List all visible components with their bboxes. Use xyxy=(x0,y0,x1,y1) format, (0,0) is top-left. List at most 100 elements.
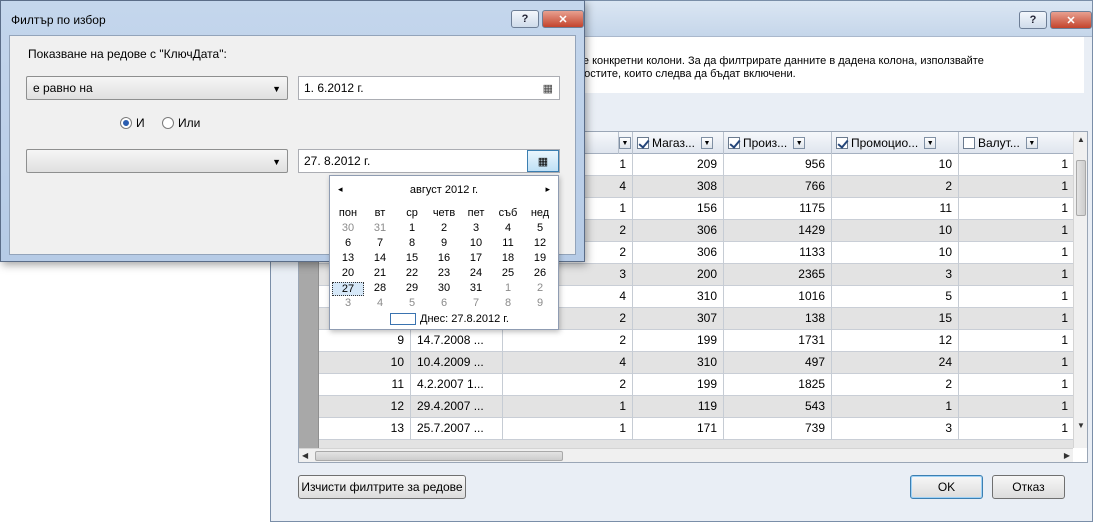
calendar-day[interactable]: 2 xyxy=(428,222,460,234)
scroll-up-icon[interactable]: ▲ xyxy=(1077,135,1085,144)
calendar-day[interactable]: 4 xyxy=(364,297,396,309)
scroll-left-icon[interactable]: ◀ xyxy=(302,451,308,460)
column-checkbox-promotion[interactable] xyxy=(836,137,848,149)
calendar-day[interactable]: 28 xyxy=(364,282,396,294)
calendar-day[interactable]: 3 xyxy=(332,297,364,309)
column-checkbox-currency[interactable] xyxy=(963,137,975,149)
table-row[interactable]: 9 14.7.2008 ... 2 199 1731 12 1 xyxy=(299,330,1073,352)
calendar-day[interactable]: 1 xyxy=(396,222,428,234)
main-help-button[interactable]: ? xyxy=(1019,11,1047,29)
calendar-day[interactable]: 3 xyxy=(460,222,492,234)
calendar-day[interactable]: 6 xyxy=(428,297,460,309)
column-header-promotion[interactable]: Промоцио... ▼ xyxy=(832,132,959,154)
vertical-scrollbar[interactable]: ▲ ▼ xyxy=(1073,132,1087,448)
calendar-day[interactable]: 7 xyxy=(460,297,492,309)
calendar-day[interactable]: 10 xyxy=(460,237,492,249)
calendar-day[interactable]: 31 xyxy=(460,282,492,294)
cell-c5: 1 xyxy=(959,418,1073,440)
calendar-day[interactable]: 9 xyxy=(428,237,460,249)
table-row-partial[interactable] xyxy=(299,440,1073,448)
calendar-day[interactable]: 18 xyxy=(492,252,524,264)
operator-select-2[interactable]: ▼ xyxy=(26,149,288,173)
calendar-day[interactable]: 14 xyxy=(364,252,396,264)
calendar-dropdown-button[interactable]: ▦ xyxy=(527,150,559,172)
calendar-day[interactable]: 13 xyxy=(332,252,364,264)
close-button[interactable]: ✕ xyxy=(542,10,584,28)
calendar-day[interactable]: 6 xyxy=(332,237,364,249)
calendar-day[interactable]: 16 xyxy=(428,252,460,264)
calendar-day[interactable]: 17 xyxy=(460,252,492,264)
column-checkbox-product[interactable] xyxy=(728,137,740,149)
calendar-today-link[interactable]: Днес: 27.8.2012 г. xyxy=(390,313,509,325)
row-selector[interactable] xyxy=(299,352,319,374)
help-button[interactable]: ? xyxy=(511,10,539,28)
row-selector[interactable] xyxy=(299,374,319,396)
date-input-2[interactable]: 27. 8.2012 г. ▦ xyxy=(298,149,560,173)
row-selector[interactable] xyxy=(299,440,319,448)
column-header-currency[interactable]: Валут... ▼ xyxy=(959,132,1075,154)
calendar-day[interactable]: 29 xyxy=(396,282,428,294)
date-input-1[interactable]: 1. 6.2012 г. ▦ xyxy=(298,76,560,100)
horizontal-scrollbar[interactable]: ◀ ▶ xyxy=(299,448,1073,462)
calendar-day[interactable]: 24 xyxy=(460,267,492,279)
row-selector[interactable] xyxy=(299,330,319,352)
row-selector[interactable] xyxy=(299,396,319,418)
radio-and-indicator[interactable] xyxy=(120,117,132,129)
ok-button[interactable]: OK xyxy=(910,475,983,499)
calendar-day[interactable]: 19 xyxy=(524,252,556,264)
table-row[interactable]: 12 29.4.2007 ... 1 119 543 1 1 xyxy=(299,396,1073,418)
dropdown-icon[interactable]: ▼ xyxy=(793,137,806,149)
calendar-day[interactable]: 5 xyxy=(524,222,556,234)
calendar-day[interactable]: 4 xyxy=(492,222,524,234)
calendar-day[interactable]: 22 xyxy=(396,267,428,279)
row-selector[interactable] xyxy=(299,286,319,308)
calendar-day[interactable]: 8 xyxy=(492,297,524,309)
radio-or-indicator[interactable] xyxy=(162,117,174,129)
calendar-day[interactable]: 20 xyxy=(332,267,364,279)
calendar-day[interactable]: 27 xyxy=(332,282,364,296)
table-row[interactable]: 11 4.2.2007 1... 2 199 1825 2 1 xyxy=(299,374,1073,396)
calendar-icon[interactable]: ▦ xyxy=(543,82,553,95)
calendar-day[interactable]: 26 xyxy=(524,267,556,279)
dropdown-icon[interactable]: ▼ xyxy=(700,137,713,149)
dropdown-icon[interactable]: ▼ xyxy=(1025,137,1038,149)
calendar-day[interactable]: 7 xyxy=(364,237,396,249)
radio-or[interactable]: Или xyxy=(162,116,200,130)
radio-and[interactable]: И xyxy=(120,116,145,130)
calendar-day[interactable]: 23 xyxy=(428,267,460,279)
scroll-down-icon[interactable]: ▼ xyxy=(1077,421,1085,430)
operator-select-1[interactable]: е равно на ▼ xyxy=(26,76,288,100)
table-row[interactable]: 10 10.4.2009 ... 4 310 497 24 1 xyxy=(299,352,1073,374)
calendar-month-label[interactable]: август 2012 г. xyxy=(330,184,558,198)
calendar-day[interactable]: 21 xyxy=(364,267,396,279)
column-header-product[interactable]: Произ... ▼ xyxy=(724,132,832,154)
column-checkbox-store[interactable] xyxy=(637,137,649,149)
row-selector[interactable] xyxy=(299,264,319,286)
calendar-day[interactable]: 25 xyxy=(492,267,524,279)
column-filter-button-0[interactable]: ▼ xyxy=(619,132,633,154)
column-header-store[interactable]: Магаз... ▼ xyxy=(633,132,724,154)
row-selector[interactable] xyxy=(299,418,319,440)
calendar-day[interactable]: 30 xyxy=(332,222,364,234)
clear-row-filters-button[interactable]: Изчисти филтрите за редове xyxy=(298,475,466,499)
row-selector[interactable] xyxy=(299,308,319,330)
main-close-button[interactable]: ✕ xyxy=(1050,11,1092,29)
calendar-day[interactable]: 1 xyxy=(492,282,524,294)
scroll-right-icon[interactable]: ▶ xyxy=(1064,451,1070,460)
calendar-day[interactable]: 12 xyxy=(524,237,556,249)
dropdown-icon[interactable]: ▼ xyxy=(924,137,937,149)
calendar-day[interactable]: 5 xyxy=(396,297,428,309)
table-row[interactable]: 13 25.7.2007 ... 1 171 739 3 1 xyxy=(299,418,1073,440)
calendar-day[interactable]: 31 xyxy=(364,222,396,234)
calendar-day[interactable]: 2 xyxy=(524,282,556,294)
calendar-day[interactable]: 11 xyxy=(492,237,524,249)
cancel-button[interactable]: Отказ xyxy=(992,475,1065,499)
next-month-icon[interactable]: ▸ xyxy=(545,184,550,195)
calendar-day[interactable]: 30 xyxy=(428,282,460,294)
vertical-scroll-thumb[interactable] xyxy=(1076,160,1086,216)
calendar-day[interactable]: 15 xyxy=(396,252,428,264)
calendar-day[interactable]: 8 xyxy=(396,237,428,249)
dropdown-icon[interactable]: ▼ xyxy=(619,137,631,149)
horizontal-scroll-thumb[interactable] xyxy=(315,451,563,461)
calendar-day[interactable]: 9 xyxy=(524,297,556,309)
